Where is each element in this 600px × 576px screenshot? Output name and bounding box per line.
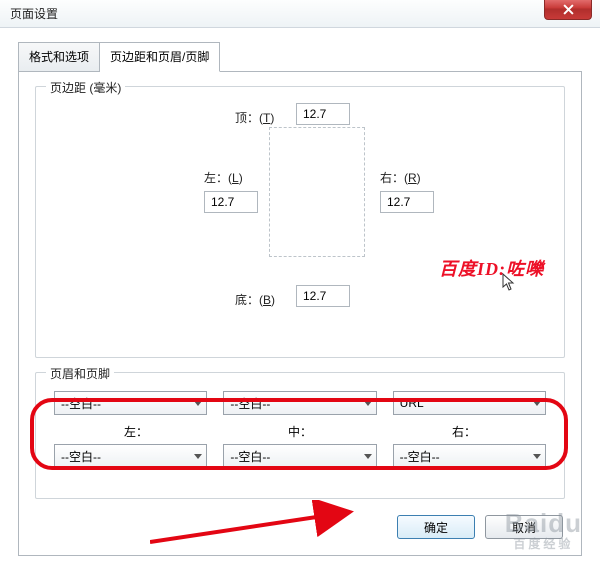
footer-row: --空白-- --空白-- --空白-- [54, 444, 546, 468]
position-labels: 左： 中： 右： [54, 423, 546, 440]
footer-center-combo[interactable]: --空白-- [223, 444, 376, 468]
header-left-combo[interactable]: --空白-- [54, 391, 207, 415]
annotation-text: 百度ID:咗嚛 [439, 255, 544, 281]
chevron-down-icon [194, 401, 202, 406]
titlebar: 页面设置 [0, 0, 600, 28]
right-margin-label: 右：(R) [380, 169, 421, 186]
ok-button[interactable]: 确定 [397, 515, 475, 539]
page-preview [269, 127, 365, 257]
window-title: 页面设置 [10, 5, 58, 22]
header-footer-fieldset: 页眉和页脚 --空白-- --空白-- URL 左： 中： 右： --空白-- … [35, 372, 565, 499]
footer-buttons: 确定 取消 [35, 515, 565, 539]
label-left: 左： [54, 423, 218, 440]
label-right: 右： [382, 423, 546, 440]
close-button[interactable] [544, 0, 592, 20]
close-icon [563, 4, 574, 15]
chevron-down-icon [364, 401, 372, 406]
tabs: 格式和选项 页边距和页眉/页脚 [18, 42, 582, 72]
window-controls [544, 0, 592, 20]
margins-fieldset: 页边距 (毫米) 顶：(T) 左：(L) 右：(R) [35, 86, 565, 358]
chevron-down-icon [533, 454, 541, 459]
header-right-combo[interactable]: URL [393, 391, 546, 415]
top-margin-input[interactable] [296, 103, 350, 125]
client-area: 格式和选项 页边距和页眉/页脚 页边距 (毫米) 顶：(T) 左：(L) 右：(… [0, 28, 600, 570]
page-setup-window: 页面设置 格式和选项 页边距和页眉/页脚 页边距 (毫米) 顶：(T) 左： [0, 0, 600, 576]
footer-right-combo[interactable]: --空白-- [393, 444, 546, 468]
left-margin-input[interactable] [204, 191, 258, 213]
right-margin-input[interactable] [380, 191, 434, 213]
chevron-down-icon [194, 454, 202, 459]
chevron-down-icon [533, 401, 541, 406]
cancel-button[interactable]: 取消 [485, 515, 563, 539]
tab-panel: 页边距 (毫米) 顶：(T) 左：(L) 右：(R) [18, 71, 582, 556]
bottom-margin-label: 底：(B) [235, 291, 275, 308]
bottom-margin-input[interactable] [296, 285, 350, 307]
chevron-down-icon [364, 454, 372, 459]
left-margin-label: 左：(L) [204, 169, 243, 186]
tab-margins-header-footer[interactable]: 页边距和页眉/页脚 [100, 42, 220, 72]
footer-left-combo[interactable]: --空白-- [54, 444, 207, 468]
margins-area: 顶：(T) 左：(L) 右：(R) 底：(B) [54, 105, 546, 335]
margins-legend: 页边距 (毫米) [46, 79, 125, 96]
tab-format-options[interactable]: 格式和选项 [18, 42, 100, 72]
header-center-combo[interactable]: --空白-- [223, 391, 376, 415]
header-row: --空白-- --空白-- URL [54, 391, 546, 415]
header-footer-legend: 页眉和页脚 [46, 365, 114, 382]
cursor-icon [502, 273, 516, 294]
top-margin-label: 顶：(T) [235, 109, 274, 126]
label-center: 中： [218, 423, 382, 440]
